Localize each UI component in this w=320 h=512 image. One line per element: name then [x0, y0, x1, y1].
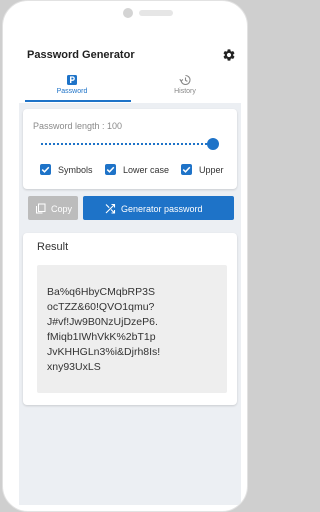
tab-history-label: History: [174, 88, 196, 95]
tab-password[interactable]: Password: [19, 73, 125, 101]
key-box-icon: [66, 73, 78, 85]
app-bar: Password Generator Password History: [19, 39, 241, 103]
app-screen: Password Generator Password History Pass…: [19, 39, 241, 505]
device-frame: Password Generator Password History Pass…: [2, 0, 248, 512]
copy-button-label: Copy: [51, 203, 73, 214]
tab-history[interactable]: History: [132, 73, 238, 101]
history-icon: [179, 73, 191, 86]
upper-case-label: Upper: [199, 165, 224, 175]
lower-case-checkbox[interactable]: [105, 164, 116, 175]
gear-icon[interactable]: [222, 48, 236, 62]
password-line: J#vf!Jw9B0NzUjDzeP6.: [47, 316, 158, 328]
generated-password-text[interactable]: Ba%q6HbyCMqbRP3S ocTZZ&60!QVO1qmu? J#vf!…: [47, 285, 207, 375]
earpiece-speaker: [139, 10, 173, 16]
symbols-label: Symbols: [58, 165, 93, 175]
front-camera: [123, 8, 133, 18]
copy-icon: [35, 203, 46, 214]
upper-case-checkbox[interactable]: [181, 164, 192, 175]
app-title: Password Generator: [27, 49, 135, 61]
active-tab-indicator: [25, 100, 131, 102]
copy-button[interactable]: Copy: [28, 196, 78, 220]
shuffle-icon: [105, 203, 116, 214]
length-slider-thumb[interactable]: [207, 138, 219, 150]
password-length-label: Password length : 100: [33, 121, 123, 131]
symbols-checkbox[interactable]: [40, 164, 51, 175]
generate-password-button[interactable]: Generator password: [83, 196, 234, 220]
length-slider-track[interactable]: [41, 143, 215, 145]
password-line: ocTZZ&60!QVO1qmu?: [47, 301, 155, 313]
result-title: Result: [37, 241, 69, 253]
password-line: Ba%q6HbyCMqbRP3S: [47, 286, 155, 298]
tab-password-label: Password: [56, 88, 88, 95]
password-line: JvKHHGLn3%i&Djrh8Is!: [47, 346, 161, 358]
lower-case-label: Lower case: [123, 165, 170, 175]
password-line: fMiqb1IWhVkK%2bT1p: [47, 331, 156, 343]
password-line: xny93UxLS: [47, 361, 101, 373]
generate-button-label: Generator password: [121, 203, 203, 214]
